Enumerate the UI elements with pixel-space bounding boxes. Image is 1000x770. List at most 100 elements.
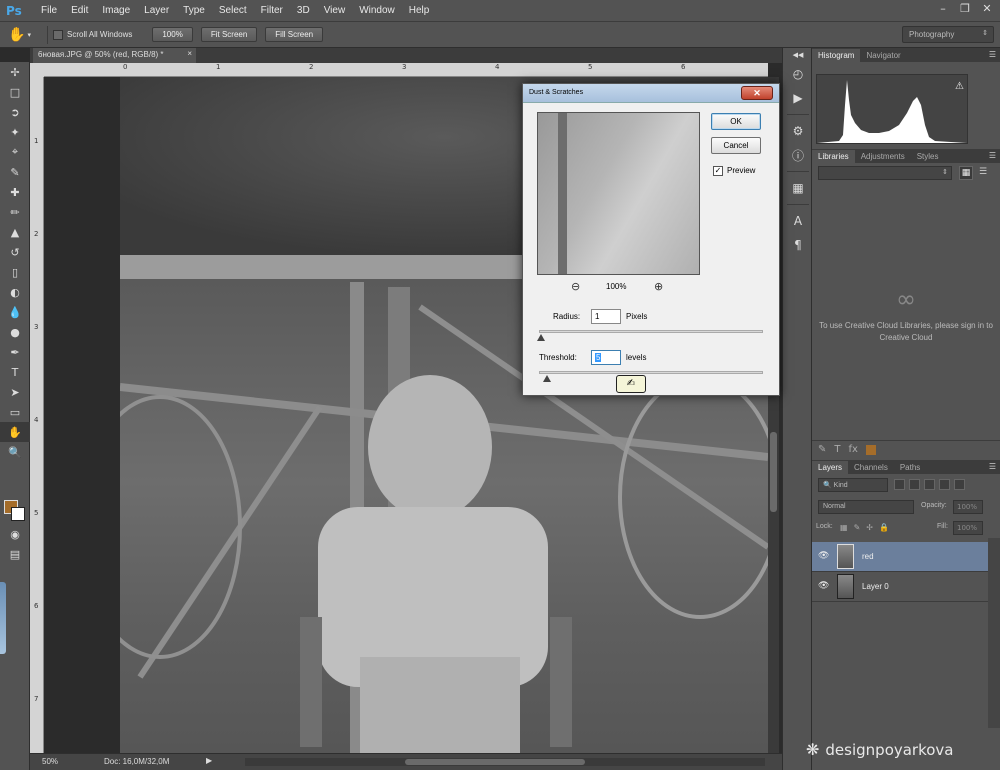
lock-all-icon[interactable]: 🔒 — [879, 523, 889, 532]
menu-3d[interactable]: 3D — [290, 0, 317, 22]
threshold-input[interactable]: 5 — [591, 350, 621, 365]
history-icon[interactable]: ◴ — [783, 62, 813, 86]
menu-type[interactable]: Type — [176, 0, 212, 22]
tab-channels[interactable]: Channels — [848, 461, 894, 474]
path-selection-tool-icon[interactable]: ➤ — [0, 382, 30, 402]
filter-preview[interactable] — [537, 112, 700, 275]
fill-screen-button[interactable]: Fill Screen — [265, 27, 324, 42]
eraser-tool-icon[interactable]: ▯ — [0, 262, 30, 282]
quick-mask-icon[interactable]: ◉ — [0, 524, 30, 544]
document-tab[interactable]: 6новая.JPG @ 50% (red, RGB/8) * × — [33, 48, 196, 63]
collapse-icon[interactable]: ◀◀ — [783, 48, 813, 62]
blur-tool-icon[interactable]: 💧 — [0, 302, 30, 322]
horizontal-scrollbar[interactable] — [245, 758, 765, 766]
threshold-slider-thumb[interactable] — [543, 375, 551, 382]
threshold-slider[interactable] — [539, 371, 763, 374]
tab-adjustments[interactable]: Adjustments — [855, 150, 911, 163]
background-color-swatch[interactable] — [11, 507, 25, 521]
rectangle-tool-icon[interactable]: ▭ — [0, 402, 30, 422]
menu-help[interactable]: Help — [402, 0, 437, 22]
info-icon[interactable]: ⓘ — [783, 143, 813, 167]
tab-navigator[interactable]: Navigator — [860, 49, 906, 62]
menu-layer[interactable]: Layer — [137, 0, 176, 22]
text-icon[interactable]: T — [834, 444, 840, 455]
adjustment-filter-icon[interactable] — [909, 479, 920, 490]
healing-brush-tool-icon[interactable]: ✚ — [0, 182, 30, 202]
cancel-button[interactable]: Cancel — [711, 137, 761, 154]
zoom-100-button[interactable]: 100% — [152, 27, 193, 42]
color-swatch-icon[interactable] — [865, 444, 876, 455]
paragraph-icon[interactable]: ¶ — [783, 233, 813, 257]
history-brush-tool-icon[interactable]: ↺ — [0, 242, 30, 262]
play-icon[interactable]: ▶ — [206, 756, 212, 765]
zoom-out-icon[interactable]: ⊖ — [571, 280, 580, 293]
layer-row-layer-0[interactable]: 👁 Layer 0 — [812, 572, 988, 602]
lock-position-icon[interactable]: ✢ — [866, 523, 873, 532]
actions-play-icon[interactable]: ▶ — [783, 86, 813, 110]
menu-filter[interactable]: Filter — [254, 0, 290, 22]
lock-pixels-icon[interactable]: ✎ — [854, 523, 861, 532]
pen-tool-icon[interactable]: ✒ — [0, 342, 30, 362]
tab-layers[interactable]: Layers — [812, 461, 849, 474]
pixel-filter-icon[interactable] — [894, 479, 905, 490]
scroll-all-windows-checkbox[interactable] — [53, 29, 63, 40]
marquee-tool-icon[interactable]: □ — [0, 82, 30, 102]
smart-object-filter-icon[interactable] — [954, 479, 965, 490]
hand-tool-icon[interactable]: ✋ — [0, 422, 30, 442]
ok-button[interactable]: OK — [711, 113, 761, 130]
panel-menu-icon[interactable]: ☰ — [989, 50, 996, 59]
tool-preset-picker[interactable]: ✋ ▾ — [8, 24, 42, 46]
workspace-select[interactable]: Photography ⇕ — [902, 26, 994, 43]
lasso-tool-icon[interactable]: ➲ — [0, 102, 30, 122]
list-view-icon[interactable]: ☰ — [976, 166, 990, 180]
blend-mode-select[interactable]: Normal — [818, 500, 914, 514]
menu-edit[interactable]: Edit — [64, 0, 95, 22]
paint-bucket-tool-icon[interactable]: ◐ — [0, 282, 30, 302]
library-select[interactable]: ⇕ — [818, 166, 952, 180]
menu-image[interactable]: Image — [95, 0, 137, 22]
panel-menu-icon[interactable]: ☰ — [989, 462, 996, 471]
visibility-eye-icon[interactable]: 👁 — [818, 581, 829, 591]
layer-name[interactable]: Layer 0 — [862, 582, 889, 591]
shape-filter-icon[interactable] — [939, 479, 950, 490]
eyedropper-tool-icon[interactable]: ✎ — [0, 162, 30, 182]
properties-icon[interactable]: ⚙ — [783, 119, 813, 143]
type-tool-icon[interactable]: T — [0, 362, 30, 382]
lock-transparency-icon[interactable]: ▦ — [840, 523, 848, 532]
zoom-in-icon[interactable]: ⊕ — [654, 280, 663, 293]
restore-icon[interactable]: ❐ — [958, 2, 972, 16]
close-icon[interactable]: ✕ — [980, 2, 994, 16]
fill-field[interactable]: 100% — [953, 521, 983, 535]
type-filter-icon[interactable] — [924, 479, 935, 490]
quick-selection-tool-icon[interactable]: ✦ — [0, 122, 30, 142]
grid-view-icon[interactable]: ▦ — [959, 166, 973, 180]
dialog-close-button[interactable]: ✕ — [741, 86, 773, 100]
opacity-field[interactable]: 100% — [953, 500, 983, 514]
radius-input[interactable]: 1 — [591, 309, 621, 324]
close-icon[interactable]: × — [187, 49, 192, 58]
kind-filter-select[interactable]: 🔍 Kind — [818, 478, 888, 492]
screen-mode-icon[interactable]: ▤ — [0, 544, 30, 564]
menu-view[interactable]: View — [317, 0, 353, 22]
tab-libraries[interactable]: Libraries — [812, 150, 855, 163]
tab-histogram[interactable]: Histogram — [812, 49, 861, 62]
visibility-eye-icon[interactable]: 👁 — [818, 551, 829, 561]
panel-menu-icon[interactable]: ☰ — [989, 151, 996, 160]
crop-tool-icon[interactable]: ⌖ — [0, 142, 30, 162]
layer-row-red[interactable]: 👁 red — [812, 542, 988, 572]
scrollbar-thumb[interactable] — [405, 759, 585, 765]
minimize-icon[interactable]: – — [936, 2, 950, 16]
menu-file[interactable]: File — [34, 0, 64, 22]
radius-slider[interactable] — [539, 330, 763, 333]
clone-source-icon[interactable]: ▦ — [783, 176, 813, 200]
dialog-title-bar[interactable]: Dust & Scratches ✕ — [523, 84, 779, 103]
dodge-tool-icon[interactable]: ● — [0, 322, 30, 342]
brush-tool-icon[interactable]: ✏ — [0, 202, 30, 222]
warning-icon[interactable]: ⚠ — [955, 81, 964, 92]
fx-icon[interactable]: fx — [849, 444, 858, 455]
tab-styles[interactable]: Styles — [911, 150, 945, 163]
zoom-level[interactable]: 50% — [42, 757, 58, 766]
tab-paths[interactable]: Paths — [894, 461, 926, 474]
zoom-tool-icon[interactable]: 🔍 — [0, 442, 30, 462]
clone-stamp-tool-icon[interactable]: ▲ — [0, 222, 30, 242]
